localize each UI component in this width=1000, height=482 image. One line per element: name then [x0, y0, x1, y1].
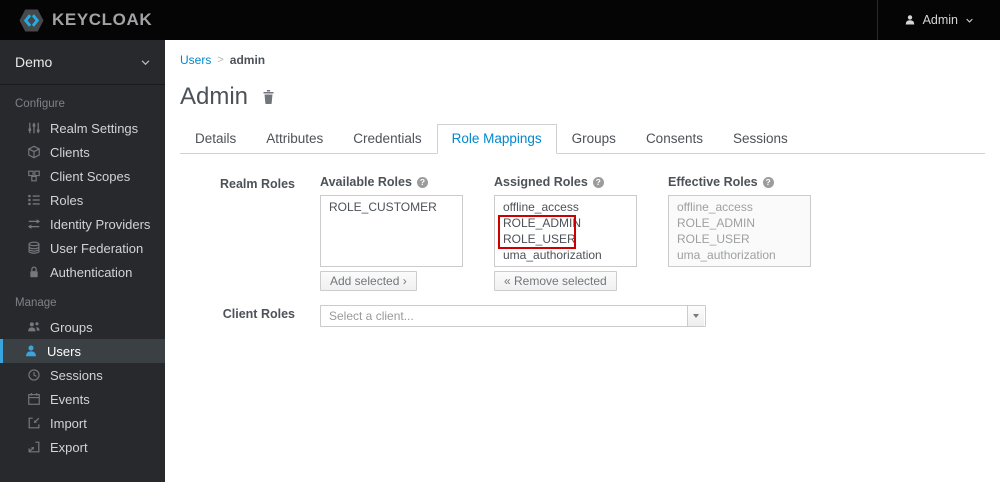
- chevron-down-icon: [965, 16, 974, 25]
- sidebar-item-sessions[interactable]: Sessions: [0, 363, 165, 387]
- sidebar-item-label: Authentication: [50, 264, 133, 280]
- caret-down-icon[interactable]: [687, 306, 704, 326]
- role-option[interactable]: offline_access: [495, 199, 636, 215]
- sidebar-item-user-federation[interactable]: User Federation: [0, 236, 165, 260]
- client-select-placeholder: Select a client...: [329, 309, 414, 323]
- user-menu[interactable]: Admin: [876, 0, 1000, 40]
- role-option: offline_access: [677, 200, 753, 214]
- role-option[interactable]: ROLE_ADMIN: [495, 215, 636, 231]
- available-roles-column: Available Roles ? ROLE_CUSTOMER Add sele…: [320, 175, 463, 291]
- sidebar-item-label: Roles: [50, 192, 84, 208]
- user-menu-label: Admin: [922, 13, 958, 27]
- sidebar-item-label: Export: [50, 439, 88, 455]
- realm-selector[interactable]: Demo: [0, 40, 165, 85]
- brand-title: KEYCLOAK: [52, 10, 153, 29]
- clock-icon: [27, 368, 41, 382]
- sidebar-item-events[interactable]: Events: [0, 387, 165, 411]
- sidebar-item-users[interactable]: Users: [0, 339, 165, 363]
- sidebar-item-export[interactable]: Export: [0, 435, 165, 459]
- keycloak-logo[interactable]: KEYCLOAK: [18, 8, 152, 33]
- top-header: KEYCLOAK Admin: [0, 0, 1000, 40]
- client-select[interactable]: Select a client...: [320, 305, 706, 327]
- trash-icon[interactable]: [261, 89, 276, 105]
- sidebar-item-realm-settings[interactable]: Realm Settings: [0, 116, 165, 140]
- sidebar-item-clients[interactable]: Clients: [0, 140, 165, 164]
- cubes-icon: [27, 169, 41, 183]
- assigned-roles-listbox[interactable]: offline_access ROLE_ADMIN ROLE_USER uma_…: [494, 195, 637, 267]
- sidebar-item-identity-providers[interactable]: Identity Providers: [0, 212, 165, 236]
- role-option[interactable]: ROLE_CUSTOMER: [321, 199, 462, 215]
- sidebar-item-client-scopes[interactable]: Client Scopes: [0, 164, 165, 188]
- page-title: Admin: [180, 83, 249, 110]
- role-option: uma_authorization: [677, 248, 776, 262]
- database-icon: [27, 241, 41, 255]
- sidebar-item-label: Sessions: [50, 367, 103, 383]
- assigned-roles-column: Assigned Roles ? offline_access ROLE_ADM…: [494, 175, 637, 291]
- tab-sessions[interactable]: Sessions: [718, 124, 803, 154]
- sidebar-item-label: Clients: [50, 144, 90, 160]
- effective-roles-column: Effective Roles ? offline_access ROLE_AD…: [668, 175, 811, 291]
- sidebar-item-label: Users: [47, 343, 81, 359]
- tab-groups[interactable]: Groups: [557, 124, 631, 154]
- import-icon: [27, 416, 41, 430]
- list-icon: [27, 193, 41, 207]
- available-roles-heading: Available Roles: [320, 175, 412, 189]
- user-icon: [24, 344, 38, 358]
- add-selected-button[interactable]: Add selected ›: [320, 271, 417, 291]
- nav-section-configure: Configure: [15, 98, 65, 110]
- tab-bar: Details Attributes Credentials Role Mapp…: [180, 124, 985, 154]
- keycloak-mark-icon: [18, 8, 45, 33]
- tab-credentials[interactable]: Credentials: [338, 124, 436, 154]
- nav-section-manage: Manage: [15, 297, 57, 309]
- remove-selected-button[interactable]: « Remove selected: [494, 271, 617, 291]
- sidebar-item-label: Identity Providers: [50, 216, 151, 232]
- lock-icon: [27, 265, 41, 279]
- breadcrumb-current: admin: [229, 53, 266, 67]
- role-option[interactable]: ROLE_USER: [495, 231, 636, 247]
- sliders-icon: [27, 121, 41, 135]
- sidebar-item-label: User Federation: [50, 240, 144, 256]
- client-roles-label: Client Roles: [222, 307, 295, 321]
- breadcrumb-link-users[interactable]: Users: [180, 53, 211, 67]
- export-icon: [27, 440, 41, 454]
- question-circle-icon[interactable]: ?: [416, 176, 428, 188]
- role-option[interactable]: uma_authorization: [495, 247, 636, 263]
- question-circle-icon[interactable]: ?: [762, 176, 774, 188]
- sidebar: Demo Configure Realm Settings Clients Cl…: [0, 40, 165, 482]
- tab-role-mappings[interactable]: Role Mappings: [436, 124, 557, 154]
- main-content: Users > admin Admin Details Attributes C…: [165, 40, 1000, 482]
- available-roles-listbox[interactable]: ROLE_CUSTOMER: [320, 195, 463, 267]
- sidebar-item-label: Realm Settings: [50, 120, 139, 136]
- user-icon: [904, 14, 916, 26]
- assigned-roles-heading: Assigned Roles: [494, 175, 588, 189]
- sidebar-item-roles[interactable]: Roles: [0, 188, 165, 212]
- role-option: ROLE_ADMIN: [677, 216, 756, 230]
- tab-details[interactable]: Details: [180, 124, 251, 154]
- tab-consents[interactable]: Consents: [631, 124, 718, 154]
- chevron-down-icon: [140, 57, 151, 68]
- sidebar-item-label: Import: [50, 415, 87, 431]
- sidebar-item-label: Client Scopes: [50, 168, 131, 184]
- realm-selector-label: Demo: [15, 54, 53, 70]
- exchange-icon: [27, 217, 41, 231]
- breadcrumb: Users > admin: [180, 53, 985, 67]
- sidebar-item-import[interactable]: Import: [0, 411, 165, 435]
- sidebar-item-authentication[interactable]: Authentication: [0, 260, 165, 284]
- sidebar-item-label: Events: [50, 391, 90, 407]
- question-circle-icon[interactable]: ?: [592, 176, 604, 188]
- breadcrumb-separator: >: [217, 54, 224, 66]
- sidebar-item-groups[interactable]: Groups: [0, 315, 165, 339]
- sidebar-item-label: Groups: [50, 319, 93, 335]
- users-icon: [27, 320, 41, 334]
- effective-roles-heading: Effective Roles: [668, 175, 758, 189]
- effective-roles-listbox: offline_access ROLE_ADMIN ROLE_USER uma_…: [668, 195, 811, 267]
- realm-roles-label: Realm Roles: [219, 177, 295, 191]
- calendar-icon: [27, 392, 41, 406]
- role-option: ROLE_USER: [677, 232, 750, 246]
- tab-attributes[interactable]: Attributes: [251, 124, 338, 154]
- cube-icon: [27, 145, 41, 159]
